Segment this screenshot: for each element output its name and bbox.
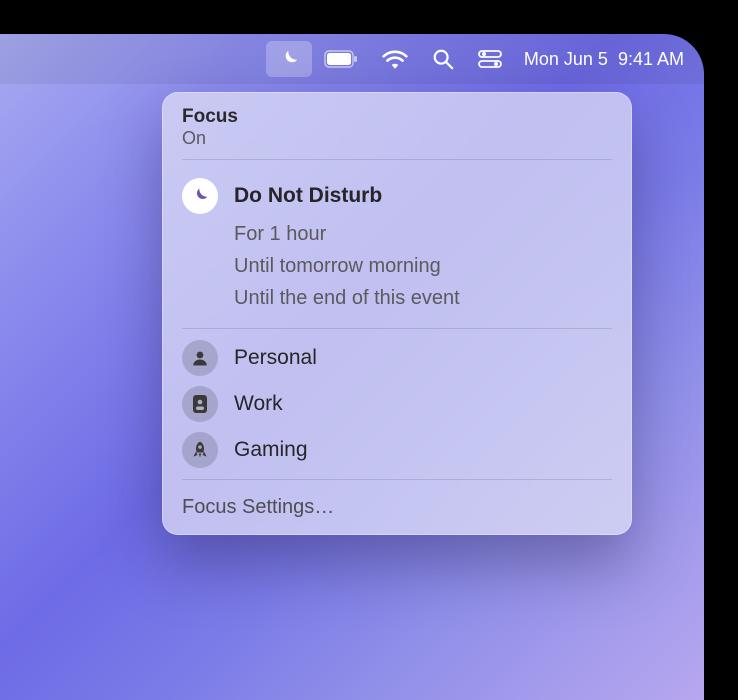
- gaming-icon-circle: [182, 432, 218, 468]
- dnd-option-until-event-end[interactable]: Until the end of this event: [182, 282, 612, 314]
- active-mode-block: Do Not Disturb For 1 hour Until tomorrow…: [162, 166, 632, 322]
- personal-icon-circle: [182, 340, 218, 376]
- gaming-label: Gaming: [234, 438, 308, 462]
- divider: [182, 479, 612, 480]
- divider: [182, 328, 612, 329]
- id-badge-icon: [192, 394, 208, 414]
- screen: Mon Jun 5 9:41 AM Focus On: [0, 34, 704, 700]
- person-icon: [191, 349, 209, 367]
- device-frame: Mon Jun 5 9:41 AM Focus On: [0, 0, 738, 700]
- work-mode-row[interactable]: Work: [162, 381, 632, 427]
- work-icon-circle: [182, 386, 218, 422]
- rocket-icon: [190, 440, 210, 460]
- do-not-disturb-row[interactable]: Do Not Disturb: [182, 174, 612, 218]
- work-label: Work: [234, 392, 283, 416]
- control-center-button[interactable]: [466, 41, 514, 77]
- divider: [182, 159, 612, 160]
- control-center-icon: [478, 50, 502, 68]
- menubar-time[interactable]: 9:41 AM: [608, 49, 684, 70]
- popover-title: Focus: [182, 106, 612, 128]
- battery-status[interactable]: [312, 41, 370, 77]
- personal-mode-row[interactable]: Personal: [162, 335, 632, 381]
- dnd-option-until-tomorrow[interactable]: Until tomorrow morning: [182, 250, 612, 282]
- menubar-date[interactable]: Mon Jun 5: [514, 49, 608, 70]
- gaming-mode-row[interactable]: Gaming: [162, 427, 632, 473]
- spotlight-search[interactable]: [420, 41, 466, 77]
- battery-icon: [324, 50, 358, 68]
- dnd-option-1-hour[interactable]: For 1 hour: [182, 218, 612, 250]
- popover-status: On: [182, 128, 612, 149]
- do-not-disturb-icon-circle: [182, 178, 218, 214]
- wifi-status[interactable]: [370, 41, 420, 77]
- focus-popover: Focus On Do Not Disturb For 1 h: [162, 92, 632, 535]
- menubar: Mon Jun 5 9:41 AM: [0, 34, 704, 84]
- moon-icon: [278, 48, 300, 70]
- focus-settings-link[interactable]: Focus Settings…: [162, 486, 632, 535]
- moon-icon: [190, 186, 210, 206]
- popover-header: Focus On: [162, 92, 632, 153]
- personal-label: Personal: [234, 346, 317, 370]
- wifi-icon: [382, 49, 408, 69]
- do-not-disturb-label: Do Not Disturb: [234, 184, 382, 208]
- search-icon: [432, 48, 454, 70]
- focus-status-button[interactable]: [266, 41, 312, 77]
